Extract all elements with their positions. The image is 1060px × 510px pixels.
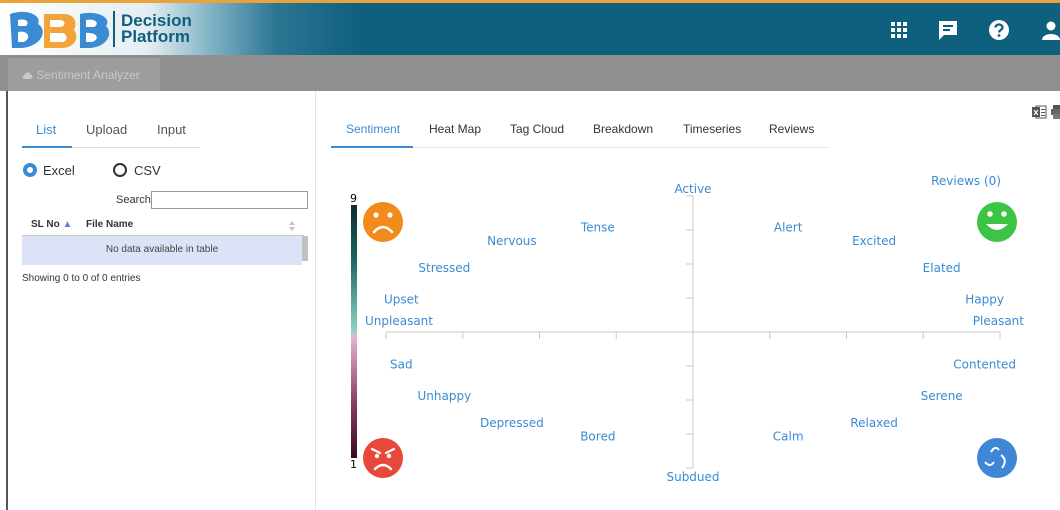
emotion-label-sad: Sad [390, 358, 413, 372]
emotion-label-serene: Serene [921, 389, 963, 403]
emotion-label-unhappy: Unhappy [417, 389, 471, 403]
reviews-count-label[interactable]: Reviews (0) [931, 174, 1001, 188]
emotion-labels: Unpleasant Pleasant Active Subdued Tense Nerv… [365, 182, 1024, 484]
emotion-label-calm: Calm [773, 430, 804, 444]
face-unpleasant-active-icon [363, 202, 403, 242]
emotion-label-nervous: Nervous [487, 234, 537, 248]
axis-label-active: Active [674, 182, 711, 196]
emotion-label-contented: Contented [953, 358, 1016, 372]
emotion-label-excited: Excited [852, 234, 896, 248]
emotion-label-alert: Alert [774, 220, 803, 234]
scale-max-label: 9 [350, 192, 357, 205]
emotion-label-tense: Tense [580, 220, 615, 234]
face-unpleasant-subdued-icon [363, 438, 403, 478]
emotion-label-bored: Bored [580, 430, 615, 444]
face-pleasant-active-icon [977, 202, 1017, 242]
emotion-label-depressed: Depressed [480, 416, 544, 430]
emotion-label-elated: Elated [923, 261, 961, 275]
axis-label-pleasant: Pleasant [973, 314, 1025, 328]
emotion-label-relaxed: Relaxed [850, 416, 898, 430]
sentiment-scale-bar [351, 205, 357, 458]
axes [385, 195, 1001, 469]
emotion-label-upset: Upset [384, 292, 419, 306]
face-pleasant-subdued-icon [977, 438, 1017, 478]
axis-label-subdued: Subdued [666, 470, 719, 484]
axis-label-unpleasant: Unpleasant [365, 314, 433, 328]
emotion-label-happy: Happy [965, 292, 1004, 306]
scale-min-label: 1 [350, 458, 357, 471]
sentiment-chart: 9 1 Reviews (0) Unpleasant Pleasant Active… [350, 174, 1024, 484]
emotion-label-stressed: Stressed [418, 261, 470, 275]
